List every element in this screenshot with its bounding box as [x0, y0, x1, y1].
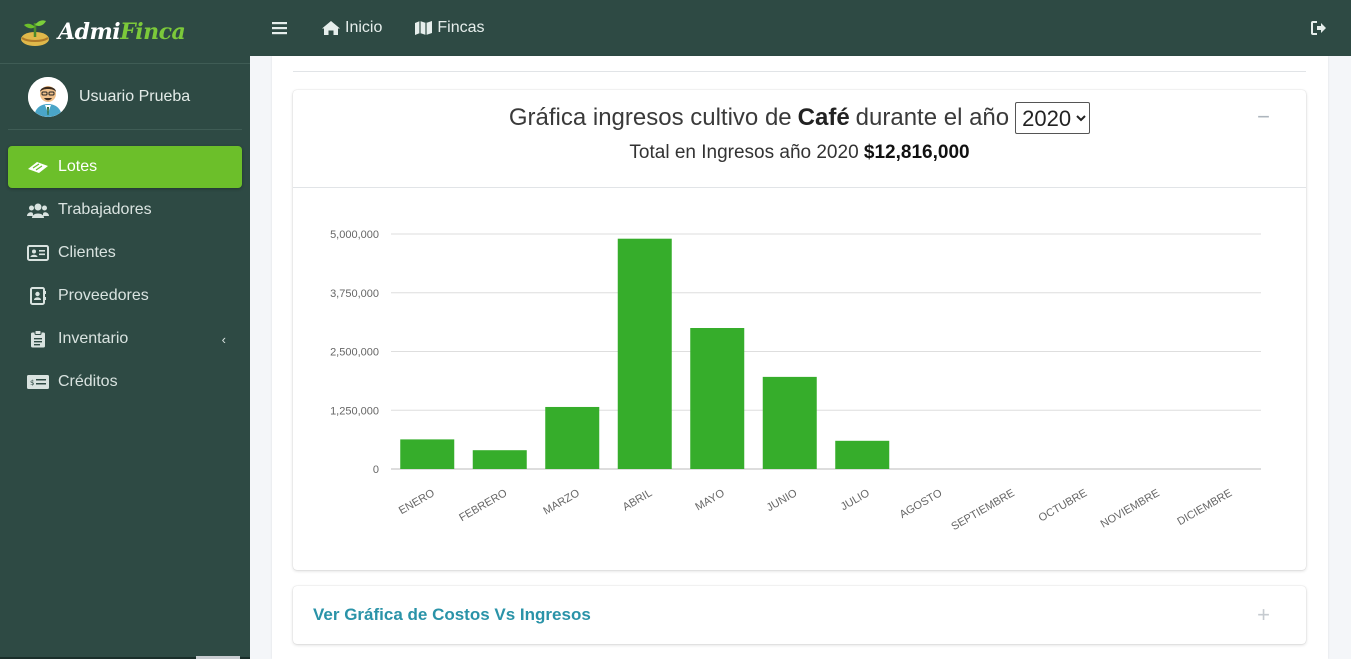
bar	[545, 406, 600, 469]
chart-card-header: Gráfica ingresos cultivo de Café durante…	[293, 90, 1306, 188]
user-name[interactable]: Usuario Prueba	[79, 88, 190, 106]
sidebar-item-proveedores[interactable]: Proveedores	[8, 275, 242, 317]
logout-button[interactable]	[1295, 0, 1351, 56]
chart-title: Gráfica ingresos cultivo de Café durante…	[293, 102, 1306, 134]
sidebar-item-lotes[interactable]: Lotes	[8, 146, 242, 188]
x-tick-label: SEPTIEMBRE	[949, 487, 1016, 533]
chart-title-prefix: Gráfica ingresos cultivo de	[508, 104, 792, 131]
income-total-value: $12,816,000	[863, 142, 970, 163]
lotes-icon	[26, 158, 50, 176]
bar	[690, 328, 745, 469]
chart-title-crop: Café	[797, 104, 850, 131]
sidebar-item-clientes[interactable]: Clientes	[8, 232, 242, 274]
x-tick-label: JUNIO	[765, 487, 800, 514]
nav-fincas-link[interactable]: Fincas	[398, 0, 500, 56]
brand[interactable]: AdmiFinca	[0, 0, 250, 64]
y-tick-label: 0	[373, 464, 379, 476]
sidebar-item-label: Lotes	[58, 158, 98, 175]
hamburger-icon	[272, 22, 287, 35]
previous-card-edge	[293, 56, 1306, 72]
sidebar-item-label: Proveedores	[58, 287, 149, 304]
avatar	[28, 76, 68, 117]
sidebar-nav: Lotes Trabajadores Clientes Proveedores …	[0, 130, 250, 403]
x-tick-label: ENERO	[397, 487, 437, 517]
content-panel: Gráfica ingresos cultivo de Café durante…	[272, 56, 1328, 659]
x-tick-label: JULIO	[839, 487, 872, 513]
sidebar-item-trabajadores[interactable]: Trabajadores	[8, 189, 242, 231]
expand-plus-icon[interactable]: +	[1257, 602, 1270, 628]
user-avatar-icon	[28, 76, 68, 117]
nav-home-label: Inicio	[345, 19, 383, 36]
x-tick-label: NOVIEMBRE	[1099, 487, 1162, 530]
sidebar-item-label: Clientes	[58, 244, 116, 261]
x-tick-label: DICIEMBRE	[1175, 487, 1234, 528]
chevron-left-icon[interactable]: ‹	[222, 332, 226, 347]
sidebar-item-creditos[interactable]: $ Créditos	[8, 361, 242, 403]
sign-out-icon	[1311, 21, 1326, 35]
map-icon	[414, 20, 433, 36]
bar	[400, 439, 455, 469]
x-tick-label: MARZO	[541, 487, 582, 517]
income-chart-card: Gráfica ingresos cultivo de Café durante…	[293, 90, 1306, 570]
y-tick-label: 3,750,000	[330, 288, 379, 300]
nav-home-link[interactable]: Inicio	[305, 0, 398, 56]
menu-toggle-button[interactable]	[250, 0, 305, 56]
collapse-minus-icon[interactable]: −	[1257, 104, 1270, 130]
x-tick-label: FEBRERO	[457, 487, 509, 524]
bar	[835, 440, 890, 469]
users-icon	[26, 201, 50, 219]
y-tick-label: 1,250,000	[330, 405, 379, 417]
chart-title-suffix: durante el año	[855, 104, 1010, 131]
address-book-icon	[26, 287, 50, 305]
bar	[617, 238, 672, 469]
user-panel[interactable]: Usuario Prueba	[8, 64, 242, 130]
y-tick-label: 5,000,000	[330, 229, 379, 241]
top-navbar: Inicio Fincas	[250, 0, 1351, 56]
home-icon	[321, 20, 341, 36]
x-tick-label: OCTUBRE	[1037, 487, 1090, 524]
svg-text:$: $	[30, 379, 34, 387]
chart-body: 0 1,250,000 2,500,000 3,750,000 5,000,000 ENE…	[293, 188, 1306, 569]
clipboard-icon	[26, 330, 50, 348]
y-tick-label: 2,500,000	[330, 347, 379, 359]
x-tick-label: ABRIL	[621, 487, 655, 513]
bar	[472, 450, 527, 469]
costs-vs-income-link[interactable]: Ver Gráfica de Costos Vs Ingresos	[313, 605, 591, 625]
year-select[interactable]: 2020	[1015, 102, 1091, 134]
x-tick-label: AGOSTO	[898, 487, 945, 521]
brand-name: AdmiFinca	[58, 18, 186, 45]
sidebar-item-label: Inventario	[58, 330, 129, 347]
income-bar-chart: 0 1,250,000 2,500,000 3,750,000 5,000,000 ENE…	[330, 229, 1261, 533]
main-content: Gráfica ingresos cultivo de Café durante…	[250, 56, 1351, 659]
money-icon: $	[26, 373, 50, 391]
bar	[762, 376, 817, 469]
plant-hand-logo-icon	[21, 19, 49, 46]
income-total: Total en Ingresos año 2020 $12,816,000	[293, 142, 1306, 164]
sidebar-item-label: Trabajadores	[58, 201, 152, 218]
sidebar-item-inventario[interactable]: Inventario ‹	[8, 318, 242, 360]
id-card-icon	[26, 244, 50, 262]
sidebar-item-label: Créditos	[58, 373, 118, 390]
brand-logo: AdmiFinca	[18, 15, 186, 49]
nav-fincas-label: Fincas	[437, 19, 485, 36]
costs-vs-income-card: Ver Gráfica de Costos Vs Ingresos +	[293, 586, 1306, 644]
income-total-label: Total en Ingresos año 2020	[629, 142, 859, 163]
x-tick-label: MAYO	[693, 487, 727, 513]
sidebar: AdmiFinca Usuario Prueba Lotes Trabajado…	[0, 0, 250, 659]
